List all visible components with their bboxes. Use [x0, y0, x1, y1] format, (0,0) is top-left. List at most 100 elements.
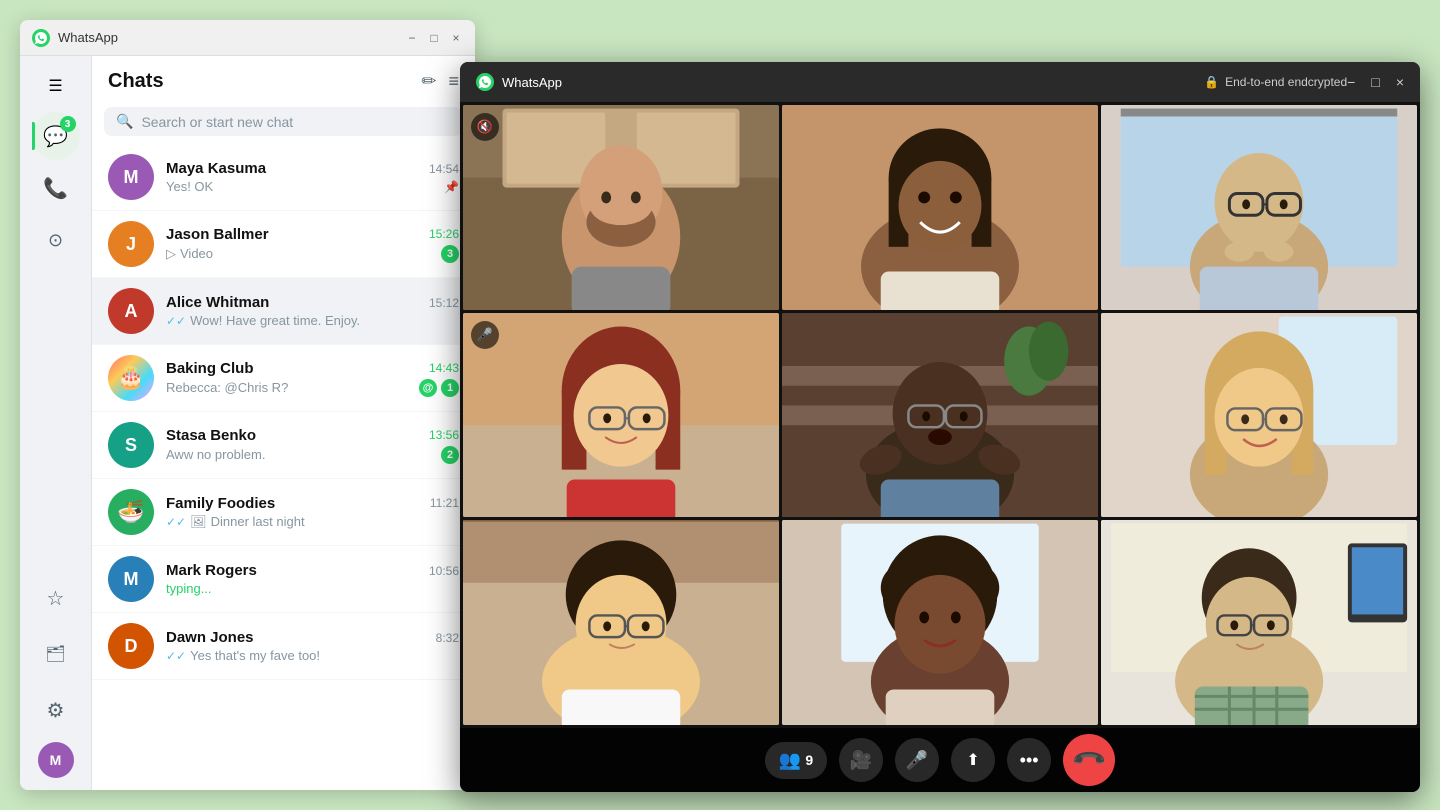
- sidebar-item-chats[interactable]: 💬 3: [32, 112, 80, 160]
- chat-preview-row: typing...: [166, 581, 459, 596]
- badge-group: @ 1: [419, 379, 459, 397]
- avatar: A: [108, 288, 154, 334]
- microphone-icon: 🎤: [906, 750, 928, 771]
- chat-info-top: Jason Ballmer 15:26: [166, 226, 459, 243]
- avatar: 🎂: [108, 355, 154, 401]
- video-bg-3: [1101, 105, 1417, 310]
- unread-badge: 1: [441, 379, 459, 397]
- chat-info-top: Alice Whitman 15:12: [166, 294, 459, 311]
- video-window-controls: − □ ×: [1347, 74, 1404, 90]
- menu-button[interactable]: ☰: [32, 68, 80, 104]
- chat-info-top: Stasa Benko 13:56: [166, 427, 459, 444]
- list-item[interactable]: 🎂 Baking Club 14:43 Rebecca: @Chris R? @…: [92, 345, 475, 412]
- sidebar-bottom: ☆ 🗂 ⚙ M: [32, 574, 80, 778]
- hamburger-icon: ☰: [48, 76, 62, 96]
- sidebar-item-settings[interactable]: ⚙: [32, 686, 80, 734]
- close-button[interactable]: ×: [449, 31, 463, 45]
- media-icon: 🖼: [190, 514, 207, 530]
- new-chat-button[interactable]: ✏: [421, 71, 436, 92]
- list-item[interactable]: J Jason Ballmer 15:26 ▷ Video 3: [92, 211, 475, 278]
- double-check-icon: ✓✓: [166, 515, 186, 529]
- chat-info-top: Baking Club 14:43: [166, 360, 459, 377]
- chat-preview: ▷ Video: [166, 246, 213, 262]
- encryption-indicator: 🔒 End-to-end endcrypted: [1204, 75, 1347, 89]
- calls-icon: 📞: [43, 176, 68, 201]
- video-cell-9: [1101, 520, 1417, 725]
- unread-badge: 2: [441, 446, 459, 464]
- chats-title: Chats: [108, 70, 164, 93]
- list-item[interactable]: D Dawn Jones 8:32 ✓✓ Yes that's my fave …: [92, 613, 475, 680]
- chat-preview-row: ✓✓ Yes that's my fave too!: [166, 648, 459, 663]
- chat-info: Mark Rogers 10:56 typing...: [166, 562, 459, 596]
- more-options-button[interactable]: •••: [1007, 738, 1051, 782]
- video-icon: ▷: [166, 246, 176, 262]
- chat-preview-row: Aww no problem. 2: [166, 446, 459, 464]
- video-minimize-button[interactable]: −: [1347, 74, 1355, 90]
- search-icon: 🔍: [116, 113, 133, 130]
- sidebar-item-starred[interactable]: ☆: [32, 574, 80, 622]
- chat-preview: ✓✓ 🖼 Dinner last night: [166, 514, 305, 530]
- participants-button[interactable]: 👥 9: [765, 742, 827, 779]
- chat-time: 15:12: [429, 296, 459, 310]
- list-item[interactable]: 🍜 Family Foodies 11:21 ✓✓ 🖼 Dinner last …: [92, 479, 475, 546]
- camera-button[interactable]: 🎥: [839, 738, 883, 782]
- sidebar-item-status[interactable]: ⊙: [32, 216, 80, 264]
- unread-badge: 3: [441, 245, 459, 263]
- control-bar: 👥 9 🎥 🎤 ⬆ ••• 📞: [460, 728, 1420, 792]
- lock-icon: 🔒: [1204, 75, 1219, 89]
- whatsapp-logo-icon: [476, 73, 494, 91]
- list-item[interactable]: M Mark Rogers 10:56 typing...: [92, 546, 475, 613]
- archived-icon: 🗂: [45, 644, 65, 664]
- video-maximize-button[interactable]: □: [1371, 74, 1379, 90]
- sidebar-item-calls[interactable]: 📞: [32, 164, 80, 212]
- whatsapp-logo-icon: [32, 29, 50, 47]
- list-item[interactable]: A Alice Whitman 15:12 ✓✓ Wow! Have great…: [92, 278, 475, 345]
- video-app-title: WhatsApp: [502, 75, 1204, 90]
- video-cell-1: 🔇: [463, 105, 779, 310]
- window-controls: − □ ×: [405, 31, 463, 45]
- chat-info: Baking Club 14:43 Rebecca: @Chris R? @ 1: [166, 360, 459, 397]
- video-cell-8: [782, 520, 1098, 725]
- chat-time: 14:43: [429, 361, 459, 375]
- sidebar-top: ☰ 💬 3 📞 ⊙: [32, 68, 80, 574]
- minimize-button[interactable]: −: [405, 31, 419, 45]
- avatar: M: [108, 154, 154, 200]
- sidebar-item-archived[interactable]: 🗂: [32, 630, 80, 678]
- video-cell-2: [782, 105, 1098, 310]
- chat-name: Jason Ballmer: [166, 226, 269, 243]
- mention-badge: @: [419, 379, 437, 397]
- chat-time: 14:54: [429, 162, 459, 176]
- avatar: M: [108, 556, 154, 602]
- screen-share-button[interactable]: ⬆: [951, 738, 995, 782]
- title-bar: WhatsApp − □ ×: [20, 20, 475, 56]
- video-bg-7: [463, 520, 779, 725]
- list-item[interactable]: M Maya Kasuma 14:54 Yes! OK 📌: [92, 144, 475, 211]
- end-call-icon: 📞: [1070, 741, 1108, 779]
- microphone-button[interactable]: 🎤: [895, 738, 939, 782]
- mute-indicator-1: 🔇: [471, 113, 499, 141]
- video-close-button[interactable]: ×: [1396, 74, 1404, 90]
- main-whatsapp-window: WhatsApp − □ × ☰ 💬 3 📞 ⊙: [20, 20, 475, 790]
- double-check-icon: ✓✓: [166, 314, 186, 328]
- user-avatar[interactable]: M: [38, 742, 74, 778]
- chat-preview: Aww no problem.: [166, 447, 265, 462]
- status-icon: ⊙: [48, 230, 63, 251]
- chat-preview: Rebecca: @Chris R?: [166, 380, 288, 395]
- chat-preview: Yes! OK: [166, 179, 213, 194]
- list-item[interactable]: S Stasa Benko 13:56 Aww no problem. 2: [92, 412, 475, 479]
- more-icon: •••: [1020, 750, 1039, 771]
- search-input[interactable]: [141, 114, 451, 130]
- filter-button[interactable]: ≡: [448, 71, 459, 92]
- video-cell-7: [463, 520, 779, 725]
- video-bg-4: 🎤: [463, 313, 779, 518]
- chat-panel: Chats ✏ ≡ 🔍 M: [92, 56, 475, 790]
- maximize-button[interactable]: □: [427, 31, 441, 45]
- video-cell-3: [1101, 105, 1417, 310]
- end-call-button[interactable]: 📞: [1063, 734, 1115, 786]
- chat-info-top: Dawn Jones 8:32: [166, 629, 459, 646]
- chat-header-icons: ✏ ≡: [421, 71, 459, 92]
- chat-info: Jason Ballmer 15:26 ▷ Video 3: [166, 226, 459, 263]
- starred-icon: ☆: [47, 586, 65, 611]
- video-bg-6: [1101, 313, 1417, 518]
- chat-name: Baking Club: [166, 360, 254, 377]
